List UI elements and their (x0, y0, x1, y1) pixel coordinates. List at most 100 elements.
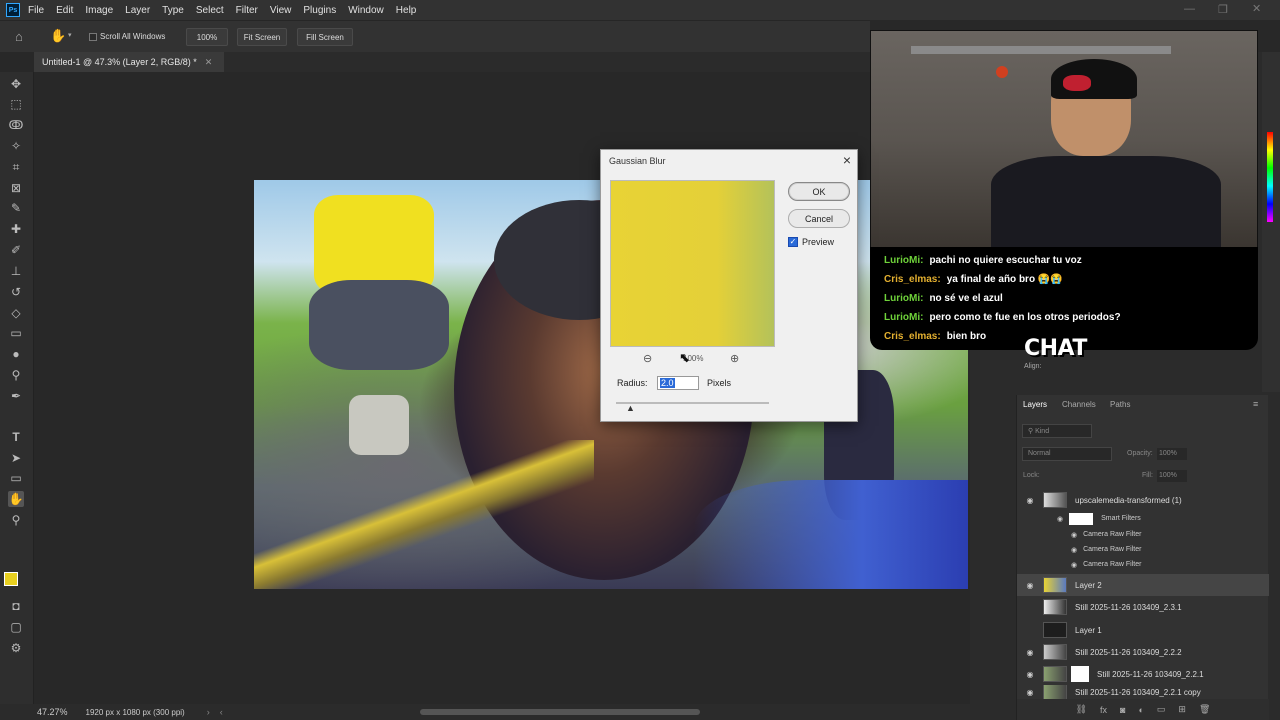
blend-mode-select[interactable]: Normal (1022, 447, 1112, 461)
layer-row[interactable]: Layer 1 (1017, 619, 1269, 641)
brush-tool-icon[interactable]: ✐ (8, 242, 24, 258)
document-tab[interactable]: Untitled-1 @ 47.3% (Layer 2, RGB/8) * ✕ (34, 52, 224, 72)
close-window-icon[interactable]: ✕ (1252, 2, 1261, 15)
home-icon[interactable]: ⌂ (15, 29, 23, 44)
menu-filter[interactable]: Filter (236, 5, 258, 16)
magic-wand-tool-icon[interactable]: ✧ (8, 138, 24, 154)
zoom-100-button[interactable]: 100% (186, 28, 228, 46)
radius-input[interactable]: 2.0 (657, 376, 699, 390)
scroll-all-checkbox[interactable] (89, 33, 97, 41)
menu-type[interactable]: Type (162, 5, 184, 16)
foreground-color-swatch[interactable] (4, 572, 18, 586)
status-zoom[interactable]: 47.27% (37, 707, 68, 717)
eye-icon[interactable]: ◉ (1071, 531, 1077, 539)
menu-view[interactable]: View (270, 5, 292, 16)
eye-icon[interactable]: ◉ (1023, 648, 1037, 657)
eraser-tool-icon[interactable]: ◇ (8, 305, 24, 321)
menu-plugins[interactable]: Plugins (303, 5, 336, 16)
eye-icon[interactable]: ◉ (1071, 546, 1077, 554)
chat-title: CHAT (1024, 336, 1087, 361)
blur-tool-icon[interactable]: ● (8, 346, 24, 362)
panel-menu-icon[interactable]: ≡ (1253, 399, 1258, 409)
dialog-close-icon[interactable]: × (843, 152, 851, 168)
history-brush-tool-icon[interactable]: ↺ (8, 284, 24, 300)
marquee-tool-icon[interactable]: ⬚ (8, 96, 24, 112)
horizontal-scrollbar[interactable] (420, 709, 700, 715)
menu-select[interactable]: Select (196, 5, 224, 16)
cancel-button[interactable]: Cancel (788, 209, 850, 228)
layer-row[interactable]: ◉ upscalemedia-transformed (1) (1017, 489, 1269, 511)
extras-icon[interactable]: ⚙ (8, 640, 24, 656)
eye-icon[interactable]: ◉ (1023, 581, 1037, 590)
new-layer-icon[interactable]: ⊞ (1178, 704, 1186, 715)
hand-tool-icon[interactable]: ✋ (50, 28, 66, 44)
eyedropper-tool-icon[interactable]: ✎ (8, 200, 24, 216)
fill-screen-button[interactable]: Fill Screen (297, 28, 353, 46)
zoom-tool-icon[interactable]: ⚲ (8, 512, 24, 528)
menu-help[interactable]: Help (396, 5, 417, 16)
menu-file[interactable]: File (28, 5, 44, 16)
blur-preview-box[interactable] (610, 180, 775, 347)
minimize-icon[interactable]: — (1184, 3, 1195, 15)
preview-checkbox[interactable]: ✓ (788, 237, 798, 247)
radius-slider-track[interactable] (616, 402, 769, 404)
adjustment-layer-icon[interactable]: ◐ (1138, 705, 1143, 715)
type-tool-icon[interactable]: T (8, 429, 24, 445)
healing-brush-tool-icon[interactable]: ✚ (8, 221, 24, 237)
screen-mode-icon[interactable]: ▢ (8, 619, 24, 635)
clone-stamp-tool-icon[interactable]: ⊥ (8, 263, 24, 279)
eye-icon[interactable]: ◉ (1057, 515, 1063, 523)
menu-edit[interactable]: Edit (56, 5, 73, 16)
group-icon[interactable]: ▭ (1157, 704, 1166, 715)
link-layers-icon[interactable]: ⛓ (1076, 704, 1087, 715)
zoom-in-icon[interactable]: ⊕ (730, 352, 739, 365)
crop-tool-icon[interactable]: ⌗ (8, 159, 24, 175)
eye-icon[interactable]: ◉ (1023, 496, 1037, 505)
hand-tool-active-icon[interactable]: ✋ (8, 491, 24, 507)
delete-layer-icon[interactable]: 🗑 (1199, 704, 1210, 715)
path-selection-tool-icon[interactable]: ➤ (8, 450, 24, 466)
color-spectrum[interactable] (1267, 132, 1273, 222)
zoom-out-icon[interactable]: ⊖ (643, 352, 652, 365)
filter-row[interactable]: ◉ Camera Raw Filter (1017, 557, 1269, 572)
eye-icon[interactable]: ◉ (1023, 688, 1037, 697)
opacity-field[interactable]: 100% (1157, 448, 1187, 460)
eye-icon[interactable]: ◉ (1023, 670, 1037, 679)
layer-row[interactable]: ◉ Still 2025-11-26 103409_2.2.2 (1017, 641, 1269, 663)
quick-mask-icon[interactable]: ◘ (8, 598, 24, 614)
fill-field[interactable]: 100% (1157, 470, 1187, 482)
layer-row[interactable]: ◉ Still 2025-11-26 103409_2.2.1 (1017, 663, 1269, 685)
eye-icon[interactable]: ◉ (1071, 561, 1077, 569)
layer-row[interactable]: ◉ Still 2025-11-26 103409_2.2.1 copy (1017, 685, 1269, 699)
menu-layer[interactable]: Layer (125, 5, 150, 16)
menu-window[interactable]: Window (348, 5, 384, 16)
tab-channels[interactable]: Channels (1062, 400, 1096, 409)
layer-row-selected[interactable]: ◉ Layer 2 (1017, 574, 1269, 596)
add-mask-icon[interactable]: ◙ (1120, 705, 1125, 715)
rectangle-tool-icon[interactable]: ▭ (8, 470, 24, 486)
layer-row[interactable]: Still 2025-11-26 103409_2.3.1 (1017, 596, 1269, 618)
pen-tool-icon[interactable]: ✒ (8, 388, 24, 404)
dodge-tool-icon[interactable]: ⚲ (8, 367, 24, 383)
filter-row[interactable]: ◉ Camera Raw Filter (1017, 542, 1269, 557)
lasso-tool-icon[interactable]: ↂ (8, 117, 24, 133)
menu-image[interactable]: Image (85, 5, 113, 16)
chevron-down-icon[interactable]: ▾ (68, 31, 72, 39)
filter-row[interactable]: ◉ Camera Raw Filter (1017, 527, 1269, 542)
status-arrow-icon[interactable]: › (207, 707, 210, 717)
tab-paths[interactable]: Paths (1110, 400, 1130, 409)
chat-message: LurioMi: pachi no quiere escuchar tu voz (884, 251, 1244, 270)
ok-button[interactable]: OK (788, 182, 850, 201)
gradient-tool-icon[interactable]: ▭ (8, 325, 24, 341)
close-tab-icon[interactable]: ✕ (205, 57, 213, 68)
fit-screen-button[interactable]: Fit Screen (237, 28, 287, 46)
scroll-left-icon[interactable]: ‹ (220, 707, 223, 717)
restore-icon[interactable]: ❐ (1218, 3, 1228, 16)
filter-kind-select[interactable]: ⚲ Kind (1022, 424, 1092, 438)
fx-icon[interactable]: fx (1100, 705, 1107, 715)
frame-tool-icon[interactable]: ⊠ (8, 180, 24, 196)
move-tool-icon[interactable]: ✥ (8, 76, 24, 92)
smart-filters-row[interactable]: ◉ Smart Filters (1017, 511, 1269, 526)
tab-layers[interactable]: Layers (1023, 400, 1047, 409)
radius-slider-handle[interactable]: ▲ (626, 403, 635, 413)
